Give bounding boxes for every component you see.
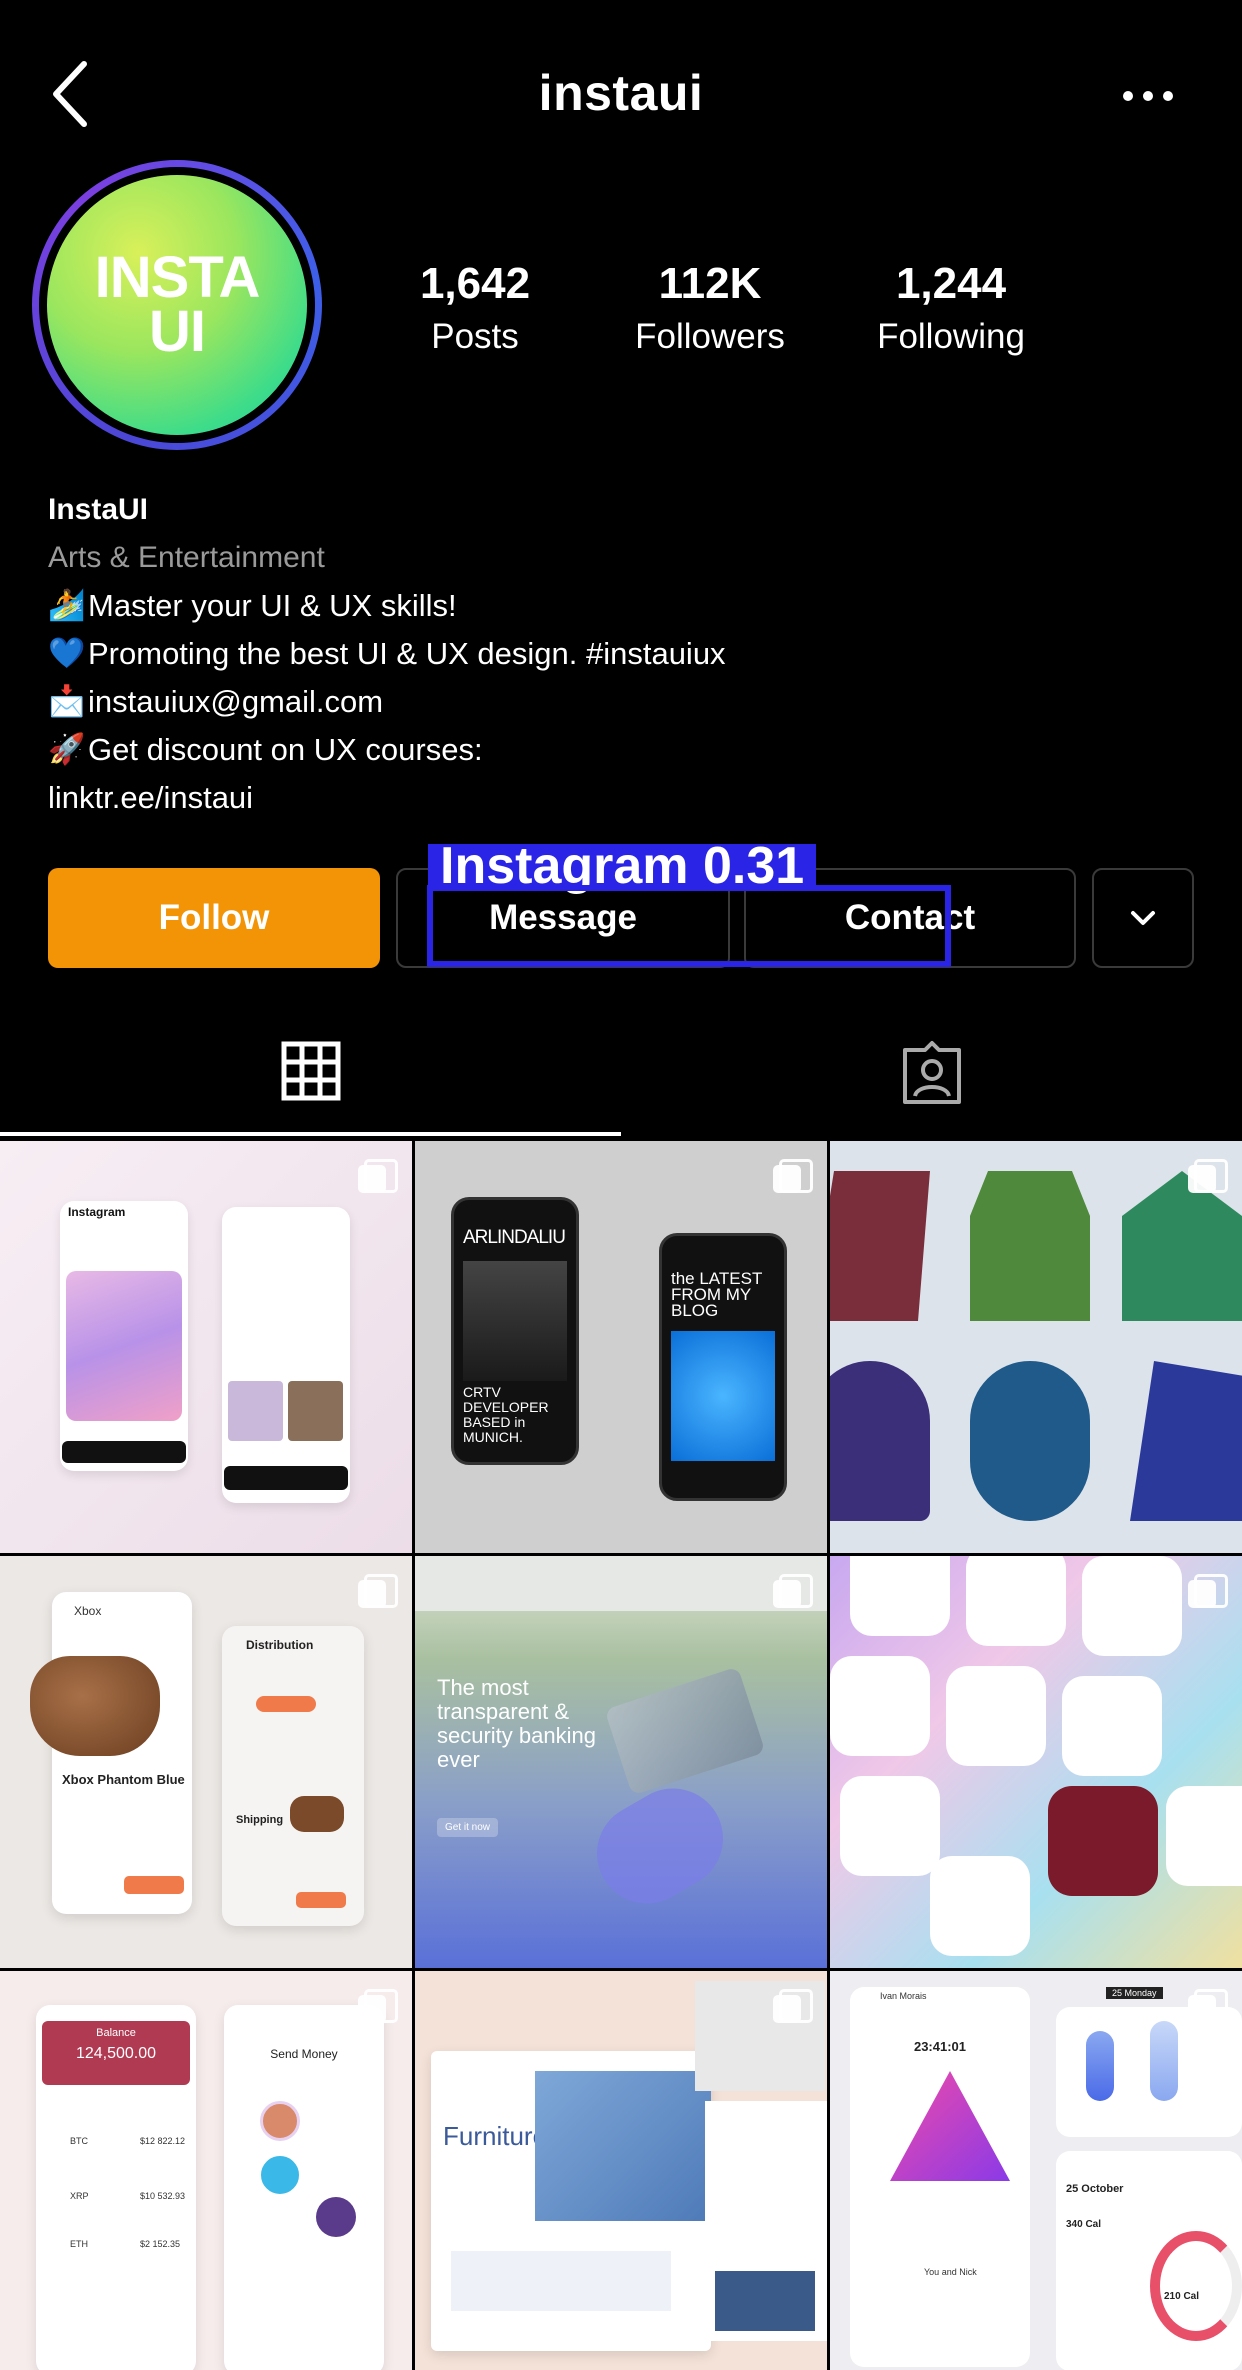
post-thumbnail[interactable]: The most transparent & security banking … [415, 1556, 827, 1968]
post-thumbnail[interactable]: Balance 124,500.00 BTC $12 822.12 XRP $1… [0, 1971, 412, 2370]
post-text: Xbox [74, 1604, 102, 1618]
post-thumbnail[interactable] [830, 1556, 1242, 1968]
grid-divider [827, 1141, 830, 2370]
multiple-posts-icon [358, 1574, 398, 1610]
post-text: Shipping [236, 1814, 284, 1826]
chevron-down-icon [1131, 911, 1155, 925]
bio-text: instauiux@gmail.com [88, 684, 384, 719]
stat-value: 112K [658, 259, 762, 308]
post-text: Send Money [270, 2047, 338, 2061]
avatar-text-line1: INSTA [94, 245, 261, 310]
bio-line: 🚀 Get discount on UX courses: [48, 726, 1148, 774]
envelope-icon: 📩 [48, 685, 86, 718]
heart-icon: 💙 [48, 637, 86, 670]
stat-value: 1,642 [419, 259, 531, 308]
bio-line: 💙 Promoting the best UI & UX design. #ins… [48, 630, 1148, 678]
post-text: Ivan Morais [880, 1991, 927, 2001]
post-thumbnail[interactable]: Ivan Morais 23:41:01 You and Nick 25 Mon… [830, 1971, 1242, 2370]
post-grid: Instagram ARLINDALIU CRTV DEVELOPER BASE… [0, 1141, 1242, 2370]
bio-line: 🏄 Master your UI & UX skills! [48, 582, 1148, 630]
post-thumbnail[interactable] [830, 1141, 1242, 1553]
avatar-text-line2: UI [149, 299, 206, 364]
stat-label: Following [877, 317, 1025, 356]
profile-category: Arts & Entertainment [48, 541, 325, 574]
stat-label: Followers [635, 317, 785, 356]
triangle-graphic [890, 2071, 1010, 2181]
post-text: $12 822.12 [140, 2136, 186, 2146]
multiple-posts-icon [1188, 1989, 1228, 2025]
post-text: 25 Monday [1106, 1987, 1163, 1999]
profile-tabs [0, 1010, 1242, 1140]
post-text: Distribution [246, 1638, 314, 1652]
post-text: XRP [70, 2191, 89, 2201]
multiple-posts-icon [1188, 1159, 1228, 1195]
multiple-posts-icon [358, 1159, 398, 1195]
multiple-posts-icon [773, 1574, 813, 1610]
surfer-icon: 🏄 [48, 589, 86, 622]
post-text: Get it now [437, 1818, 499, 1837]
post-text: the LATEST FROM MY BLOG [671, 1269, 763, 1320]
post-text: ARLINDALIU [463, 1227, 566, 1248]
bio-text: Master your UI & UX skills! [88, 588, 457, 623]
avatar[interactable]: INSTA UI [32, 160, 322, 450]
top-nav: instaui [0, 0, 1242, 180]
suggested-dropdown-button[interactable] [1092, 868, 1194, 968]
post-text: Balance [96, 2027, 136, 2039]
post-thumbnail[interactable]: Instagram [0, 1141, 412, 1553]
grid-divider [0, 1968, 1242, 1971]
post-text: Instagram [68, 1205, 126, 1219]
post-text: ETH [70, 2239, 88, 2249]
post-text: 25 October [1066, 2183, 1124, 2195]
stat-label: Posts [431, 317, 519, 356]
bio-line: 📩 instauiux@gmail.com [48, 678, 1148, 726]
post-text: The most transparent & security banking … [437, 1675, 596, 1772]
post-text: 210 Cal [1164, 2291, 1200, 2302]
contact-button[interactable]: Contact [744, 868, 1076, 968]
post-thumbnail[interactable]: ARLINDALIU CRTV DEVELOPER BASED in MUNIC… [415, 1141, 827, 1553]
bio-text: Get discount on UX courses: [88, 732, 483, 767]
grid-icon [281, 1041, 340, 1101]
multiple-posts-icon [358, 1989, 398, 2025]
post-text: BTC [70, 2136, 88, 2146]
stat-following[interactable]: 1,244 Following [846, 256, 1056, 362]
post-text: Xbox Phantom Blue [62, 1772, 185, 1787]
profile-link[interactable]: linktr.ee/instaui [48, 774, 1148, 822]
post-text: 340 Cal [1066, 2219, 1102, 2230]
stat-posts[interactable]: 1,642 Posts [370, 256, 580, 362]
multiple-posts-icon [1188, 1574, 1228, 1610]
post-thumbnail[interactable]: Xbox Xbox Phantom Blue Distribution Ship… [0, 1556, 412, 1968]
message-button[interactable]: Message [396, 868, 730, 968]
post-text: CRTV DEVELOPER BASED in MUNICH. [463, 1384, 549, 1445]
post-text: $2 152.35 [140, 2239, 181, 2249]
follow-button[interactable]: Follow [48, 868, 380, 968]
tagged-person-icon [902, 1041, 961, 1104]
rocket-icon: 🚀 [48, 733, 86, 766]
tab-grid[interactable] [0, 1010, 621, 1136]
profile-bio: InstaUI Arts & Entertainment 🏄 Master you… [48, 486, 1148, 822]
bio-text: Promoting the best UI & UX design. #inst… [88, 636, 726, 671]
stat-value: 1,244 [895, 259, 1007, 308]
stat-followers[interactable]: 112K Followers [610, 256, 810, 362]
tab-tagged[interactable] [621, 1010, 1242, 1136]
profile-name: InstaUI [48, 493, 149, 526]
profile-username: instaui [538, 65, 704, 121]
grid-divider [412, 1141, 415, 2370]
multiple-posts-icon [773, 1159, 813, 1195]
post-thumbnail[interactable]: Furniture. [415, 1971, 827, 2370]
post-text: 23:41:01 [913, 2039, 967, 2054]
grid-divider [0, 1553, 1242, 1556]
post-text: You and Nick [924, 2267, 977, 2277]
post-text: 124,500.00 [75, 2045, 157, 2062]
multiple-posts-icon [773, 1989, 813, 2025]
post-text: $10 532.93 [140, 2191, 186, 2201]
ellipsis-icon[interactable] [1120, 86, 1176, 106]
